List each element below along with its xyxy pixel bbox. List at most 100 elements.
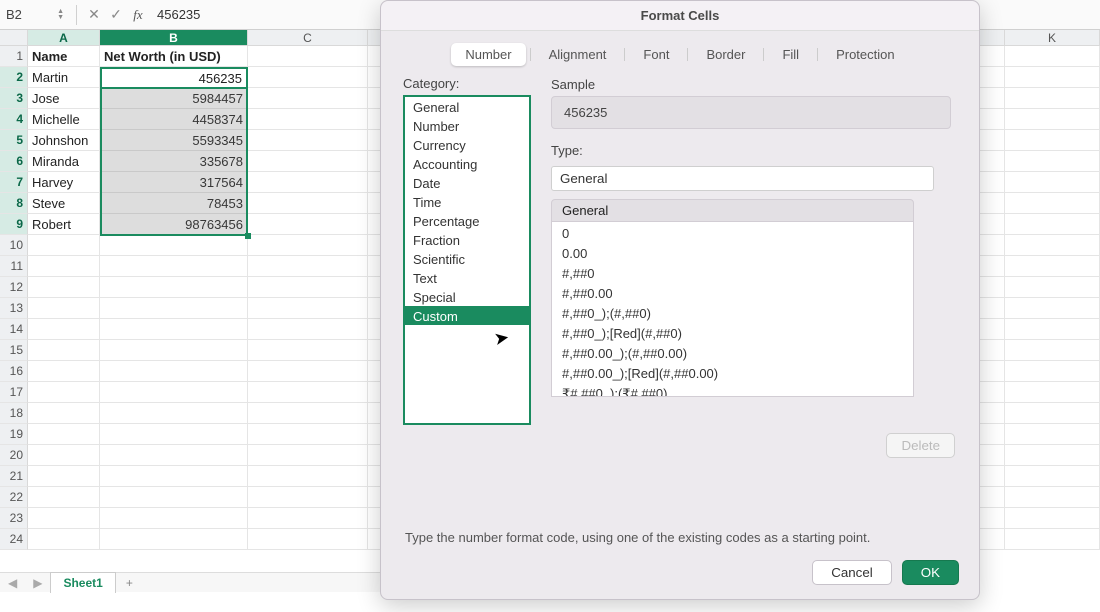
cell[interactable] xyxy=(28,361,100,382)
cell[interactable] xyxy=(28,403,100,424)
cell[interactable] xyxy=(248,403,368,424)
cell[interactable] xyxy=(1005,46,1100,67)
cell[interactable]: Jose xyxy=(28,88,100,109)
cell[interactable] xyxy=(1005,361,1100,382)
category-item[interactable]: Fraction xyxy=(405,230,529,249)
tab-border[interactable]: Border xyxy=(692,43,759,66)
cell[interactable] xyxy=(28,340,100,361)
cell[interactable] xyxy=(28,382,100,403)
cell[interactable] xyxy=(1005,424,1100,445)
category-item[interactable]: Number xyxy=(405,116,529,135)
cell[interactable] xyxy=(1005,466,1100,487)
cell[interactable] xyxy=(100,235,248,256)
category-item[interactable]: Date xyxy=(405,173,529,192)
row-header[interactable]: 10 xyxy=(0,235,28,256)
row-header[interactable]: 8 xyxy=(0,193,28,214)
ok-button[interactable]: OK xyxy=(902,560,959,585)
category-list[interactable]: GeneralNumberCurrencyAccountingDateTimeP… xyxy=(403,95,531,425)
cell[interactable] xyxy=(1005,193,1100,214)
col-header-C[interactable]: C xyxy=(248,30,368,45)
cell[interactable] xyxy=(28,445,100,466)
cell[interactable] xyxy=(100,319,248,340)
cell[interactable] xyxy=(100,508,248,529)
tab-protection[interactable]: Protection xyxy=(822,43,909,66)
format-code-item[interactable]: #,##0_);[Red](#,##0) xyxy=(552,324,913,344)
format-code-item[interactable]: #,##0 xyxy=(552,264,913,284)
category-item[interactable]: Special xyxy=(405,287,529,306)
cell[interactable] xyxy=(1005,403,1100,424)
cell[interactable] xyxy=(100,487,248,508)
cell[interactable] xyxy=(248,151,368,172)
cell[interactable] xyxy=(248,529,368,550)
cell[interactable] xyxy=(1005,382,1100,403)
category-item[interactable]: Accounting xyxy=(405,154,529,173)
cell[interactable] xyxy=(1005,151,1100,172)
tab-fill[interactable]: Fill xyxy=(768,43,813,66)
add-sheet-button[interactable]: + xyxy=(116,573,143,593)
cell[interactable] xyxy=(248,172,368,193)
format-code-list[interactable]: 00.00#,##0#,##0.00#,##0_);(#,##0)#,##0_)… xyxy=(551,222,914,397)
cell[interactable]: Miranda xyxy=(28,151,100,172)
row-header[interactable]: 20 xyxy=(0,445,28,466)
cell[interactable] xyxy=(28,424,100,445)
cell[interactable] xyxy=(248,319,368,340)
cell[interactable] xyxy=(100,529,248,550)
row-header[interactable]: 9 xyxy=(0,214,28,235)
delete-button[interactable]: Delete xyxy=(886,433,955,458)
cell[interactable] xyxy=(1005,214,1100,235)
row-header[interactable]: 12 xyxy=(0,277,28,298)
col-header-A[interactable]: A xyxy=(28,30,100,45)
name-box-stepper-icon[interactable]: ▲▼ xyxy=(57,9,64,21)
cell[interactable] xyxy=(1005,298,1100,319)
row-header[interactable]: 18 xyxy=(0,403,28,424)
category-item[interactable]: General xyxy=(405,97,529,116)
cell[interactable] xyxy=(28,319,100,340)
cell[interactable] xyxy=(100,340,248,361)
category-item[interactable]: Currency xyxy=(405,135,529,154)
cell[interactable] xyxy=(28,235,100,256)
row-header[interactable]: 14 xyxy=(0,319,28,340)
cell[interactable] xyxy=(1005,487,1100,508)
cell[interactable]: Johnshon xyxy=(28,130,100,151)
cell[interactable] xyxy=(248,235,368,256)
cell[interactable] xyxy=(248,466,368,487)
row-header[interactable]: 1 xyxy=(0,46,28,67)
cell[interactable] xyxy=(100,361,248,382)
cell[interactable] xyxy=(28,529,100,550)
cell[interactable] xyxy=(100,382,248,403)
cell[interactable]: Harvey xyxy=(28,172,100,193)
cell[interactable] xyxy=(248,214,368,235)
row-header[interactable]: 23 xyxy=(0,508,28,529)
tab-font[interactable]: Font xyxy=(629,43,683,66)
cell[interactable]: 317564 xyxy=(100,172,248,193)
row-header[interactable]: 7 xyxy=(0,172,28,193)
row-header[interactable]: 3 xyxy=(0,88,28,109)
row-header[interactable]: 11 xyxy=(0,256,28,277)
cell[interactable] xyxy=(28,508,100,529)
tab-alignment[interactable]: Alignment xyxy=(535,43,621,66)
cell[interactable] xyxy=(100,256,248,277)
cell[interactable] xyxy=(1005,340,1100,361)
cell[interactable] xyxy=(248,277,368,298)
formula-value[interactable]: 456235 xyxy=(149,7,200,22)
cell[interactable] xyxy=(248,382,368,403)
row-header[interactable]: 21 xyxy=(0,466,28,487)
col-header-B[interactable]: B xyxy=(100,30,248,45)
cell[interactable] xyxy=(248,508,368,529)
row-header[interactable]: 24 xyxy=(0,529,28,550)
row-header[interactable]: 13 xyxy=(0,298,28,319)
row-header[interactable]: 6 xyxy=(0,151,28,172)
cell[interactable] xyxy=(248,130,368,151)
cell[interactable] xyxy=(1005,256,1100,277)
cell[interactable] xyxy=(248,424,368,445)
tab-nav-left-icon[interactable]: ◀ xyxy=(0,576,25,590)
cell[interactable] xyxy=(248,109,368,130)
cell[interactable] xyxy=(248,256,368,277)
col-header-K[interactable]: K xyxy=(1005,30,1100,45)
cell[interactable] xyxy=(100,403,248,424)
fx-icon[interactable]: fx xyxy=(127,7,149,23)
cell[interactable] xyxy=(248,340,368,361)
cell[interactable] xyxy=(248,88,368,109)
cell[interactable]: 5984457 xyxy=(100,88,248,109)
cell[interactable]: 5593345 xyxy=(100,130,248,151)
